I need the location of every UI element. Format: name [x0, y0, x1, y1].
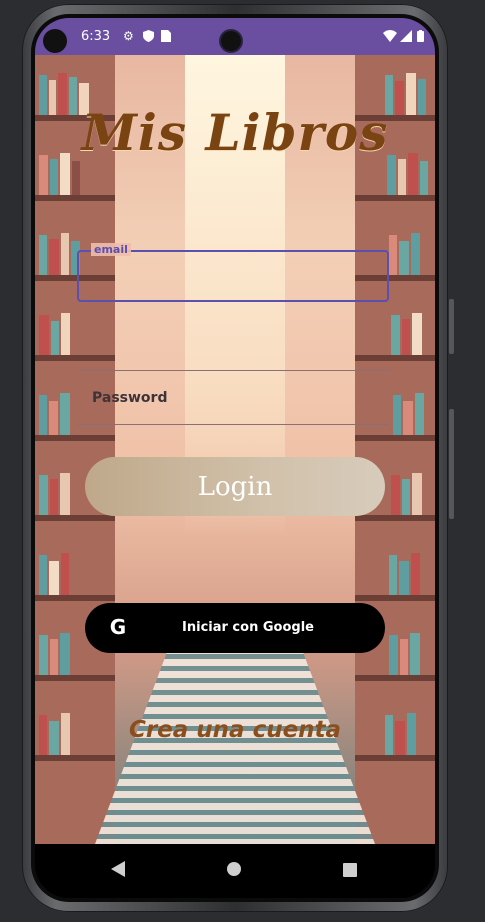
shield-icon [143, 30, 154, 44]
status-time: 6:33 [81, 29, 111, 44]
email-field-label: email [91, 243, 131, 256]
front-camera [221, 31, 241, 51]
volume-button [449, 409, 454, 519]
notification-dot [43, 29, 67, 53]
back-icon[interactable] [111, 860, 125, 880]
phone-frame: 6:33 ⚙ Mis Libros email Password Login G… [22, 4, 454, 912]
app-title: Mis Libros [81, 103, 389, 162]
phone-bezel: 6:33 ⚙ Mis Libros email Password Login G… [31, 14, 439, 902]
settings-icon: ⚙ [123, 29, 134, 43]
password-field[interactable]: Password [77, 370, 389, 425]
home-icon[interactable] [226, 860, 242, 880]
screen: 6:33 ⚙ Mis Libros email Password Login G… [35, 18, 435, 898]
signal-icon [400, 30, 412, 44]
login-button[interactable]: Login [85, 457, 385, 516]
status-bar: 6:33 ⚙ [35, 18, 435, 55]
wifi-icon [383, 30, 397, 44]
power-button [449, 299, 454, 354]
password-placeholder: Password [92, 390, 168, 406]
google-signin-label: Iniciar con Google [182, 620, 314, 635]
recents-icon[interactable] [343, 860, 357, 880]
navigation-bar [35, 844, 435, 898]
email-field[interactable]: email [77, 243, 389, 302]
create-account-link[interactable]: Crea una cuenta [35, 717, 435, 743]
sim-card-icon [161, 30, 171, 44]
google-signin-button[interactable]: G Iniciar con Google [85, 603, 385, 653]
battery-icon [417, 30, 424, 44]
login-screen: Mis Libros email Password Login G Inicia… [35, 55, 435, 844]
